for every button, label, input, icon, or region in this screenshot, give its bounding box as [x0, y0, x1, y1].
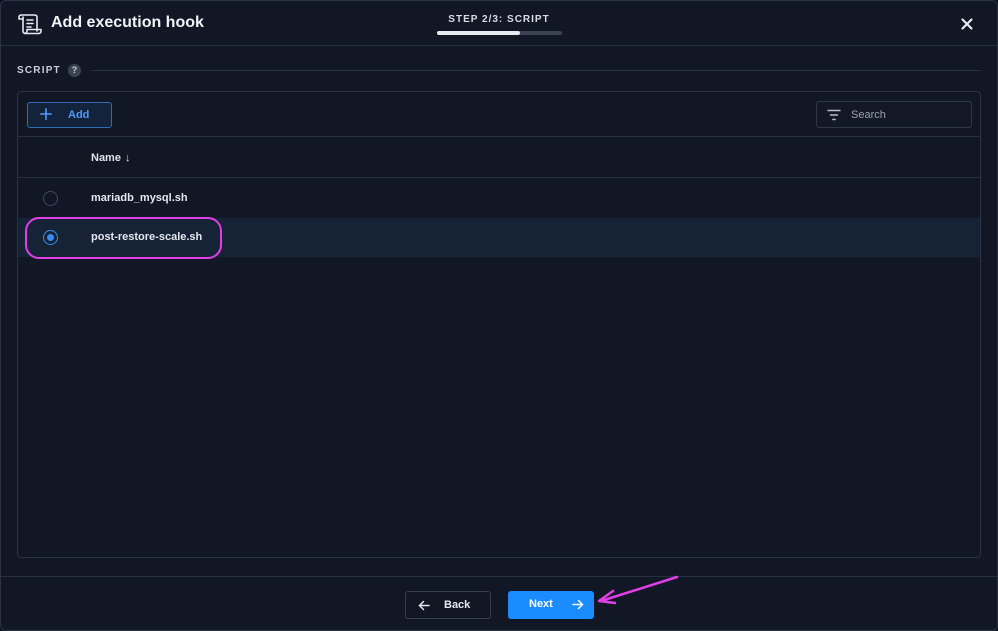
add-button-label: Add [68, 109, 90, 121]
section-divider [91, 70, 981, 71]
add-script-button[interactable]: Add [27, 102, 112, 128]
row-radio-button[interactable] [43, 191, 58, 206]
dialog-header: Add execution hook STEP 2/3: SCRIPT [1, 1, 997, 46]
execution-hook-dialog: Add execution hook STEP 2/3: SCRIPT SCRI… [0, 0, 998, 631]
table-row[interactable]: post-restore-scale.sh [18, 218, 980, 257]
filter-icon [827, 109, 841, 121]
step-progress-fill [437, 31, 521, 35]
back-button-label: Back [444, 599, 471, 611]
arrow-right-icon [572, 599, 584, 610]
step-progress-bar [437, 31, 562, 35]
table-header: Name ↓ [18, 138, 980, 178]
script-section-header: SCRIPT ? [17, 63, 981, 79]
search-input[interactable] [851, 107, 963, 123]
plus-icon [40, 108, 52, 120]
dialog-footer: Back Next [1, 576, 997, 630]
next-button[interactable]: Next [508, 591, 594, 619]
name-column-header[interactable]: Name ↓ [91, 152, 130, 164]
search-box[interactable] [816, 101, 972, 128]
step-indicator-label: STEP 2/3: SCRIPT [448, 14, 550, 25]
name-column-label: Name [91, 152, 121, 164]
dialog-title: Add execution hook [51, 14, 204, 31]
table-toolbar: Add [18, 92, 980, 137]
next-button-label: Next [529, 598, 553, 610]
table-row[interactable]: mariadb_mysql.sh [18, 179, 980, 218]
back-button[interactable]: Back [405, 591, 491, 619]
help-icon[interactable]: ? [68, 64, 81, 77]
close-icon[interactable] [957, 14, 977, 34]
script-table-panel: Add Name↓ mariadb_mysql.sh post-restore-… [17, 91, 981, 558]
script-name: mariadb_mysql.sh [91, 192, 188, 204]
row-radio-button[interactable] [43, 230, 58, 245]
scroll-icon [18, 14, 42, 35]
sort-descending-icon: ↓ [124, 152, 131, 164]
arrow-left-icon [418, 600, 430, 611]
script-name: post-restore-scale.sh [91, 231, 203, 243]
section-title: SCRIPT [17, 65, 61, 76]
